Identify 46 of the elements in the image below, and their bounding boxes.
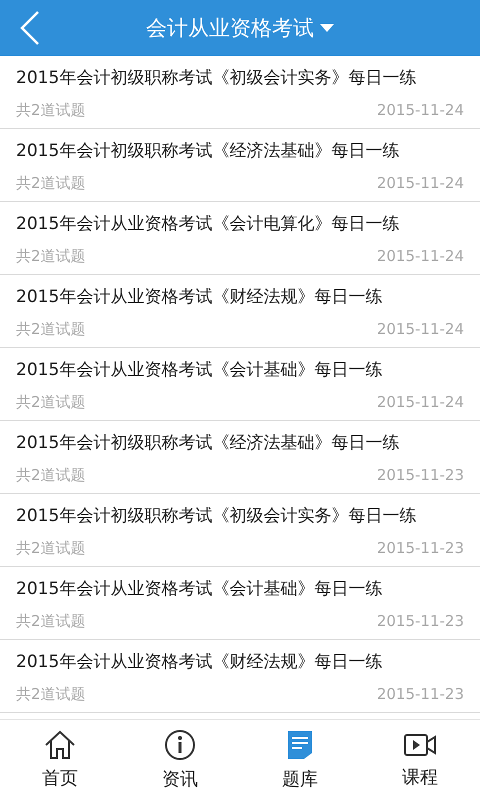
- nav-tab[interactable]: 首页: [0, 720, 120, 800]
- list-item[interactable]: 2015年会计初级职称考试《经济法基础》每日一练 共2道试题 2015-11-23: [0, 421, 480, 494]
- list-item[interactable]: 2015年会计从业资格考试《会计电算化》每日一练 共2道试题 2015-11-24: [0, 202, 480, 275]
- question-count: 共2道试题: [16, 320, 86, 339]
- list-item[interactable]: 2015年会计初级职称考试《初级会计实务》每日一练 共2道试题 2015-11-24: [0, 56, 480, 129]
- item-title: 2015年会计从业资格考试《会计电算化》每日一练: [16, 213, 400, 235]
- item-title: 2015年会计从业资格考试《会计基础》每日一练: [16, 359, 384, 381]
- nav-tab[interactable]: 资讯: [120, 720, 240, 800]
- item-date: 2015-11-24: [376, 393, 464, 412]
- question-count: 共2道试题: [16, 174, 86, 193]
- info-icon: [164, 729, 196, 761]
- list-item[interactable]: 2015年会计初级职称考试《初级会计实务》每日一练 共2道试题 2015-11-23: [0, 494, 480, 567]
- question-count: 共2道试题: [16, 685, 86, 704]
- item-date: 2015-11-23: [376, 612, 464, 631]
- question-count: 共2道试题: [16, 247, 86, 266]
- list-item[interactable]: 2015年会计从业资格考试《会计基础》每日一练 共2道试题 2015-11-24: [0, 348, 480, 421]
- item-title: 2015年会计初级职称考试《经济法基础》每日一练: [16, 140, 400, 162]
- item-title: 2015年会计从业资格考试《财经法规》每日一练: [16, 651, 384, 673]
- question-count: 共2道试题: [16, 466, 86, 485]
- list-item[interactable]: 2015年会计从业资格考试《财经法规》每日一练 共2道试题 2015-11-24: [0, 275, 480, 348]
- nav-tab[interactable]: 课程: [360, 720, 480, 800]
- list-item[interactable]: 2015年会计从业资格考试《会计基础》每日一练 共2道试题 2015-11-23: [0, 567, 480, 640]
- question-count: 共2道试题: [16, 539, 86, 558]
- question-count: 共2道试题: [16, 101, 86, 120]
- question-count: 共2道试题: [16, 612, 86, 631]
- back-icon[interactable]: [20, 11, 40, 45]
- item-date: 2015-11-23: [376, 539, 464, 558]
- item-date: 2015-11-23: [376, 685, 464, 704]
- item-title: 2015年会计初级职称考试《经济法基础》每日一练: [16, 432, 400, 454]
- nav-tab[interactable]: 题库: [240, 720, 360, 800]
- video-camera-icon: [403, 731, 437, 759]
- item-date: 2015-11-23: [376, 466, 464, 485]
- item-title: 2015年会计初级职称考试《初级会计实务》每日一练: [16, 505, 418, 527]
- list-item[interactable]: 2015年会计从业资格考试《财经法规》每日一练 共2道试题 2015-11-23: [0, 640, 480, 713]
- list-item[interactable]: 2015年会计初级职称考试《经济法基础》每日一练 共2道试题 2015-11-24: [0, 129, 480, 202]
- item-title: 2015年会计从业资格考试《财经法规》每日一练: [16, 286, 384, 308]
- item-title: 2015年会计初级职称考试《初级会计实务》每日一练: [16, 67, 418, 89]
- item-date: 2015-11-24: [376, 320, 464, 339]
- home-icon: [44, 730, 76, 760]
- item-title: 2015年会计从业资格考试《会计基础》每日一练: [16, 578, 384, 600]
- caret-icon[interactable]: [320, 24, 334, 32]
- item-date: 2015-11-24: [376, 247, 464, 266]
- document-icon: [286, 729, 314, 761]
- item-date: 2015-11-24: [376, 174, 464, 193]
- question-count: 共2道试题: [16, 393, 86, 412]
- item-date: 2015-11-24: [376, 101, 464, 120]
